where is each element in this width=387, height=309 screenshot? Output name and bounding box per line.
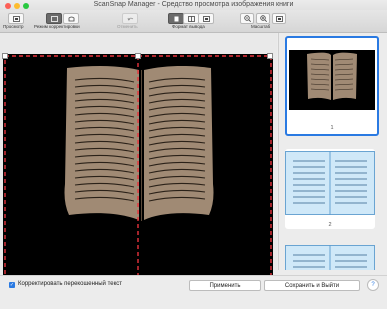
undo-icon: [127, 17, 133, 21]
zoom-label: Масштаб: [251, 24, 271, 29]
crop-handle-top-right[interactable]: [267, 53, 273, 59]
output-format-label: Формат вывода: [172, 24, 205, 29]
thumbnail-3-image: [285, 245, 375, 270]
thumbnail-2[interactable]: 2: [285, 149, 375, 229]
undo-label: Отменить: [117, 24, 138, 29]
correction-mode-label: Режим корректировки: [34, 24, 80, 29]
zoom-out-button[interactable]: [240, 13, 254, 24]
undo-button[interactable]: [122, 13, 138, 24]
crop-handle-top-left[interactable]: [2, 53, 8, 59]
thumbnail-panel: 1 2: [278, 33, 387, 270]
help-button[interactable]: ?: [367, 279, 379, 291]
thumbnail-1-image: [289, 50, 375, 110]
thumbnail-3[interactable]: [285, 245, 375, 270]
split-handle-top[interactable]: [135, 53, 141, 59]
zoom-in-icon: [259, 15, 267, 22]
zoom-in-button[interactable]: [256, 13, 270, 24]
thumbnail-2-number: 2: [328, 222, 332, 228]
page-icon: [50, 15, 58, 22]
output-double-button[interactable]: [183, 13, 199, 24]
preview-icon: [12, 15, 20, 22]
skew-correction-label: Корректировать перекошенный текст: [18, 281, 123, 287]
finger-icon: [68, 16, 74, 21]
preview-label: Просмотр: [3, 24, 24, 29]
single-page-icon: [174, 16, 178, 21]
scanned-image[interactable]: [3, 54, 273, 286]
double-page-icon: [187, 15, 195, 22]
spread-page-icon: [202, 15, 210, 22]
thumbnail-2-image: [285, 151, 375, 215]
thumbnail-1-number: 1: [330, 125, 334, 131]
skew-correction-checkbox[interactable]: ✓: [9, 282, 15, 288]
save-and-exit-button[interactable]: Сохранить и Выйти: [264, 280, 360, 291]
crop-frame[interactable]: [3, 54, 273, 286]
thumbnail-1[interactable]: 1: [285, 36, 379, 136]
fit-window-button[interactable]: [272, 13, 286, 24]
preview-button[interactable]: [8, 13, 24, 24]
bottom-bar: ✓ Корректировать перекошенный текст Прим…: [0, 275, 387, 309]
apply-button[interactable]: Применить: [189, 280, 261, 291]
fit-window-icon: [275, 15, 283, 22]
output-single-button[interactable]: [168, 13, 184, 24]
app-window: ScanSnap Manager - Средство просмотра из…: [0, 0, 387, 309]
output-spread-button[interactable]: [198, 13, 214, 24]
finger-mode-button[interactable]: [63, 13, 79, 24]
page-mode-button[interactable]: [46, 13, 62, 24]
window-title: ScanSnap Manager - Средство просмотра из…: [93, 1, 294, 8]
preview-canvas: [0, 33, 277, 287]
zoom-out-icon: [243, 15, 251, 22]
toolbar: Просмотр Режим корректировки Отменить Фо…: [0, 10, 387, 33]
title-bar: ScanSnap Manager - Средство просмотра из…: [0, 0, 387, 10]
